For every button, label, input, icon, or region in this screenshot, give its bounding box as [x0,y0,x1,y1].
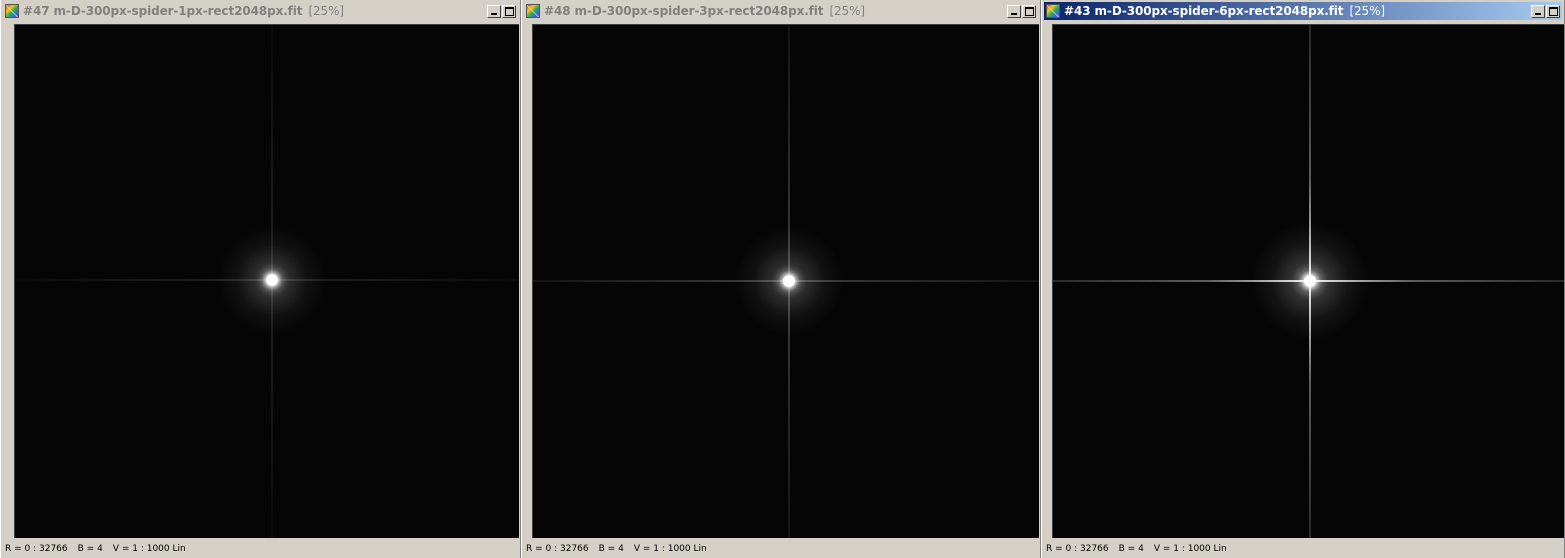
fits-image-icon[interactable] [5,4,19,18]
image-window-48[interactable]: #48 m-D-300px-spider-3px-rect2048px.fit [… [521,0,1041,558]
status-bin: B = 4 [598,544,624,554]
fits-image-icon[interactable] [526,4,540,18]
status-bar: R = 0 : 32766 B = 4 V = 1 : 1000 Lin [1046,541,1562,557]
status-range: R = 0 : 32766 [1046,544,1109,554]
status-bin: B = 4 [1118,544,1144,554]
status-visual: V = 1 : 1000 Lin [112,544,186,554]
window-title-text: #47 m-D-300px-spider-1px-rect2048px.fit [23,4,303,18]
star-core [266,274,278,286]
minimize-icon[interactable] [1531,4,1545,18]
title-bar[interactable]: #48 m-D-300px-spider-3px-rect2048px.fit [… [524,2,1038,20]
window-title: #47 m-D-300px-spider-1px-rect2048px.fit [… [23,4,486,18]
status-visual: V = 1 : 1000 Lin [633,544,707,554]
image-canvas[interactable] [1052,24,1564,538]
status-bin: B = 4 [77,544,103,554]
title-bar[interactable]: #43 m-D-300px-spider-6px-rect2048px.fit [… [1044,2,1562,20]
image-window-47[interactable]: #47 m-D-300px-spider-1px-rect2048px.fit [… [0,0,521,558]
image-canvas[interactable] [532,24,1039,538]
status-bar: R = 0 : 32766 B = 4 V = 1 : 1000 Lin [5,541,518,557]
zoom-level: [25%] [1349,4,1385,18]
status-range: R = 0 : 32766 [526,544,589,554]
star-core [1304,275,1316,287]
window-title-text: #48 m-D-300px-spider-3px-rect2048px.fit [544,4,824,18]
window-title-text: #43 m-D-300px-spider-6px-rect2048px.fit [1064,4,1344,18]
maximize-icon[interactable] [1022,4,1036,18]
maximize-icon[interactable] [502,4,516,18]
minimize-icon[interactable] [1007,4,1021,18]
status-visual: V = 1 : 1000 Lin [1153,544,1227,554]
image-canvas[interactable] [14,24,519,538]
title-bar[interactable]: #47 m-D-300px-spider-1px-rect2048px.fit [… [3,2,518,20]
star-core [783,275,795,287]
status-bar: R = 0 : 32766 B = 4 V = 1 : 1000 Lin [526,541,1038,557]
image-window-43[interactable]: #43 m-D-300px-spider-6px-rect2048px.fit [… [1041,0,1565,558]
minimize-icon[interactable] [487,4,501,18]
status-range: R = 0 : 32766 [5,544,68,554]
maximize-icon[interactable] [1546,4,1560,18]
zoom-level: [25%] [308,4,344,18]
fits-image-icon[interactable] [1046,4,1060,18]
window-title: #43 m-D-300px-spider-6px-rect2048px.fit [… [1064,4,1530,18]
zoom-level: [25%] [829,4,865,18]
window-title: #48 m-D-300px-spider-3px-rect2048px.fit [… [544,4,1006,18]
